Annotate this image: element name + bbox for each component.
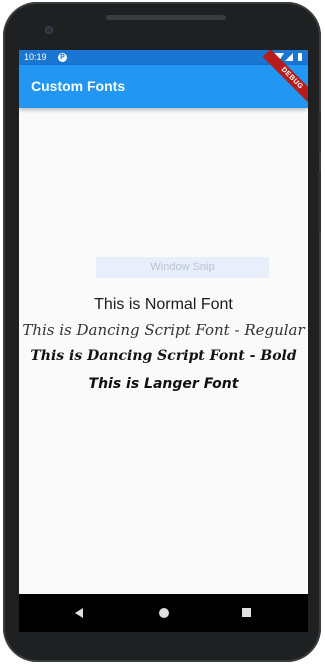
langer-font-text: This is Langer Font (88, 376, 239, 392)
status-time: 10:19 (24, 52, 47, 62)
app-screen: 10:19 P Custom Fonts DEBUG Window Snip T… (19, 50, 308, 594)
front-camera (46, 27, 52, 33)
system-nav-bar (19, 594, 308, 632)
dancing-script-regular-text: This is Dancing Script Font - Regular (22, 321, 305, 339)
signal-icon (285, 53, 293, 61)
volume-button[interactable] (318, 112, 321, 152)
battery-icon (298, 53, 302, 61)
back-triangle-icon[interactable] (75, 608, 83, 618)
app-bar: Custom Fonts DEBUG (19, 50, 308, 108)
recents-square-icon[interactable] (242, 608, 251, 617)
window-snip-overlay: Window Snip (96, 257, 269, 278)
p-icon: P (58, 53, 67, 62)
power-button[interactable] (318, 172, 321, 232)
earpiece-speaker (106, 15, 226, 20)
page-title: Custom Fonts (31, 78, 126, 94)
phone-frame: 10:19 P Custom Fonts DEBUG Window Snip T… (3, 2, 321, 662)
home-circle-icon[interactable] (159, 608, 169, 618)
normal-font-text: This is Normal Font (94, 296, 233, 313)
dancing-script-bold-text: This is Dancing Script Font - Bold (30, 348, 297, 364)
